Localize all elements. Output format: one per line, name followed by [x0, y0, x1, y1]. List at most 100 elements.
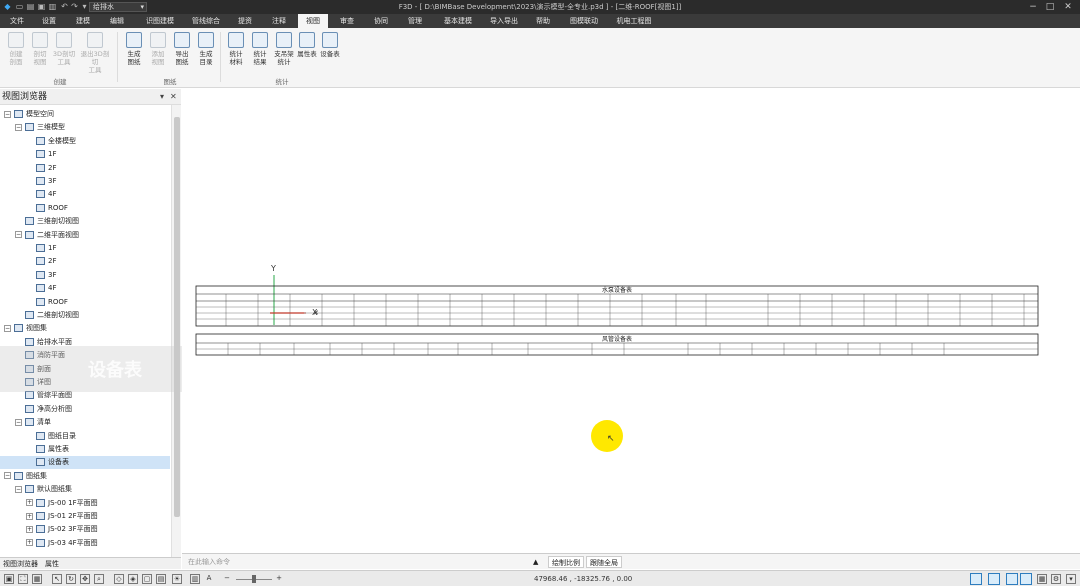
select-icon[interactable]: ↖	[52, 574, 62, 584]
close-panel-icon[interactable]: ✕	[170, 89, 177, 105]
tab-view[interactable]: 视图	[298, 14, 328, 28]
expand-icon[interactable]: +	[26, 512, 33, 520]
zoom-extents-icon[interactable]: ⛶	[18, 574, 28, 584]
tree-item[interactable]: − 图纸集	[0, 470, 170, 483]
scale-button[interactable]: 绘制比例	[548, 556, 584, 568]
3d-cut-tool-button[interactable]: 3D剖切 工具	[52, 32, 76, 66]
tree-item[interactable]: 1F	[0, 242, 170, 255]
tab-modeling[interactable]: 建模	[70, 14, 96, 28]
tree-item[interactable]: ROOF	[0, 296, 170, 309]
tab-import-export[interactable]: 导入导出	[486, 14, 522, 28]
drawing-canvas[interactable]: Y X 水泵设备表 风管设备表 ✕ ↖	[182, 89, 1080, 552]
rotate-icon[interactable]: ↻	[66, 574, 76, 584]
tab-edit[interactable]: 编辑	[104, 14, 130, 28]
top-view-icon[interactable]: ▤	[156, 574, 166, 584]
tree-item[interactable]: + JS-01 2F平面图	[0, 510, 170, 523]
minimize-button[interactable]: −	[1026, 1, 1040, 13]
tree-item[interactable]: − 清单	[0, 416, 170, 429]
scrollbar-thumb[interactable]	[174, 117, 180, 517]
tree-item[interactable]: 4F	[0, 282, 170, 295]
pan-icon[interactable]: ✥	[80, 574, 90, 584]
add-view-button[interactable]: 添加 视图	[146, 32, 170, 66]
zoom-icon[interactable]: ⌕	[94, 574, 104, 584]
collapse-icon[interactable]: −	[4, 472, 11, 480]
command-input[interactable]: 在此输入命令	[188, 557, 528, 567]
cut-view-button[interactable]: 剖切 视图	[28, 32, 52, 66]
tab-mep-drawing[interactable]: 机电工程图	[612, 14, 656, 28]
collapse-icon[interactable]: −	[15, 418, 22, 426]
cube-view-icon[interactable]: ◇	[114, 574, 124, 584]
tree-item[interactable]: 3F	[0, 175, 170, 188]
tab-settings[interactable]: 设置	[36, 14, 62, 28]
tree-item[interactable]: − 默认图纸集	[0, 483, 170, 496]
tree-item[interactable]: 二维剖切视图	[0, 309, 170, 322]
layer-icon[interactable]: ▥	[190, 574, 200, 584]
front-view-icon[interactable]: ▢	[142, 574, 152, 584]
hanger-stat-button[interactable]: 支吊架 统计	[272, 32, 296, 66]
collapse-icon[interactable]: −	[15, 485, 22, 493]
zoom-slider-thumb[interactable]	[252, 575, 256, 583]
tab-pipe-integration[interactable]: 管线综合	[186, 14, 226, 28]
polar-toggle-icon[interactable]	[1006, 573, 1018, 585]
tree-item[interactable]: + JS-00 1F平面图	[0, 497, 170, 510]
tree-item[interactable]: 2F	[0, 162, 170, 175]
more-icon[interactable]: ▾	[1066, 574, 1076, 584]
expand-icon[interactable]: +	[26, 525, 33, 533]
tab-collaborate[interactable]: 协同	[368, 14, 394, 28]
ortho-toggle-icon[interactable]	[988, 573, 1000, 585]
tab-help[interactable]: 帮助	[530, 14, 556, 28]
fit-view-icon[interactable]: ▣	[4, 574, 14, 584]
collapse-icon[interactable]: −	[15, 231, 22, 239]
stat-material-button[interactable]: 统计 材料	[224, 32, 248, 66]
tab-submission[interactable]: 提资	[232, 14, 258, 28]
tree-item[interactable]: 设备表	[0, 456, 170, 470]
property-table-button[interactable]: 属性表	[295, 32, 319, 58]
equipment-table-button[interactable]: 设备表	[318, 32, 342, 58]
maximize-button[interactable]: □	[1043, 1, 1057, 13]
tree-item[interactable]: − 二维平面视图	[0, 229, 170, 242]
tree-item[interactable]: 净高分析图	[0, 403, 170, 416]
tree-item[interactable]: 全楼模型	[0, 135, 170, 148]
zoom-in-button[interactable]: +	[274, 574, 284, 584]
tree-item[interactable]: 1F	[0, 148, 170, 161]
tab-properties[interactable]: 属性	[45, 558, 59, 570]
tree-item[interactable]: ROOF	[0, 202, 170, 215]
tree-item[interactable]: − 视图集	[0, 322, 170, 335]
window-zoom-icon[interactable]: ▦	[32, 574, 42, 584]
tab-review[interactable]: 审查	[334, 14, 360, 28]
tree-item[interactable]: + JS-03 4F平面图	[0, 537, 170, 550]
pin-icon[interactable]: ▾	[160, 89, 164, 105]
pump-equipment-table[interactable]: 水泵设备表	[195, 285, 1039, 327]
tree-item[interactable]: − 三维模型	[0, 121, 170, 134]
stat-result-button[interactable]: 统计 结果	[248, 32, 272, 66]
duct-equipment-table[interactable]: 风管设备表	[195, 333, 1039, 356]
text-style-icon[interactable]: A	[204, 574, 214, 584]
snap-toggle-icon[interactable]	[970, 573, 982, 585]
tree-item[interactable]: 属性表	[0, 443, 170, 456]
collapse-icon[interactable]: −	[15, 123, 22, 131]
close-button[interactable]: ✕	[1061, 1, 1075, 13]
tab-basic-modeling[interactable]: 基本建模	[438, 14, 478, 28]
tree-item[interactable]: 2F	[0, 255, 170, 268]
tree-item[interactable]: 三维剖切视图	[0, 215, 170, 228]
tab-view-browser[interactable]: 视图浏览器	[3, 558, 38, 570]
expand-icon[interactable]: +	[26, 499, 33, 507]
tree-item[interactable]: 3F	[0, 269, 170, 282]
collapse-icon[interactable]: −	[4, 110, 11, 118]
generate-catalog-button[interactable]: 生成 目录	[194, 32, 218, 66]
generate-drawing-button[interactable]: 生成 图纸	[122, 32, 146, 66]
tab-file[interactable]: 文件	[4, 14, 30, 28]
tab-annotation[interactable]: 注释	[266, 14, 292, 28]
expand-icon[interactable]: +	[26, 539, 33, 547]
create-section-button[interactable]: 创建 剖面	[4, 32, 28, 66]
collapse-icon[interactable]: −	[4, 324, 11, 332]
tab-drawing-modeling[interactable]: 识图建模	[140, 14, 180, 28]
settings-icon[interactable]: ⚙	[1051, 574, 1061, 584]
iso-view-icon[interactable]: ◈	[128, 574, 138, 584]
tab-drawing-link[interactable]: 图模联动	[564, 14, 604, 28]
tree-item[interactable]: 4F	[0, 188, 170, 201]
command-history-button[interactable]: ▲	[530, 556, 541, 568]
grid-toggle-icon[interactable]: ▦	[1037, 574, 1047, 584]
object-snap-icon[interactable]	[1020, 573, 1032, 585]
follow-global-button[interactable]: 跟随全局	[586, 556, 622, 568]
